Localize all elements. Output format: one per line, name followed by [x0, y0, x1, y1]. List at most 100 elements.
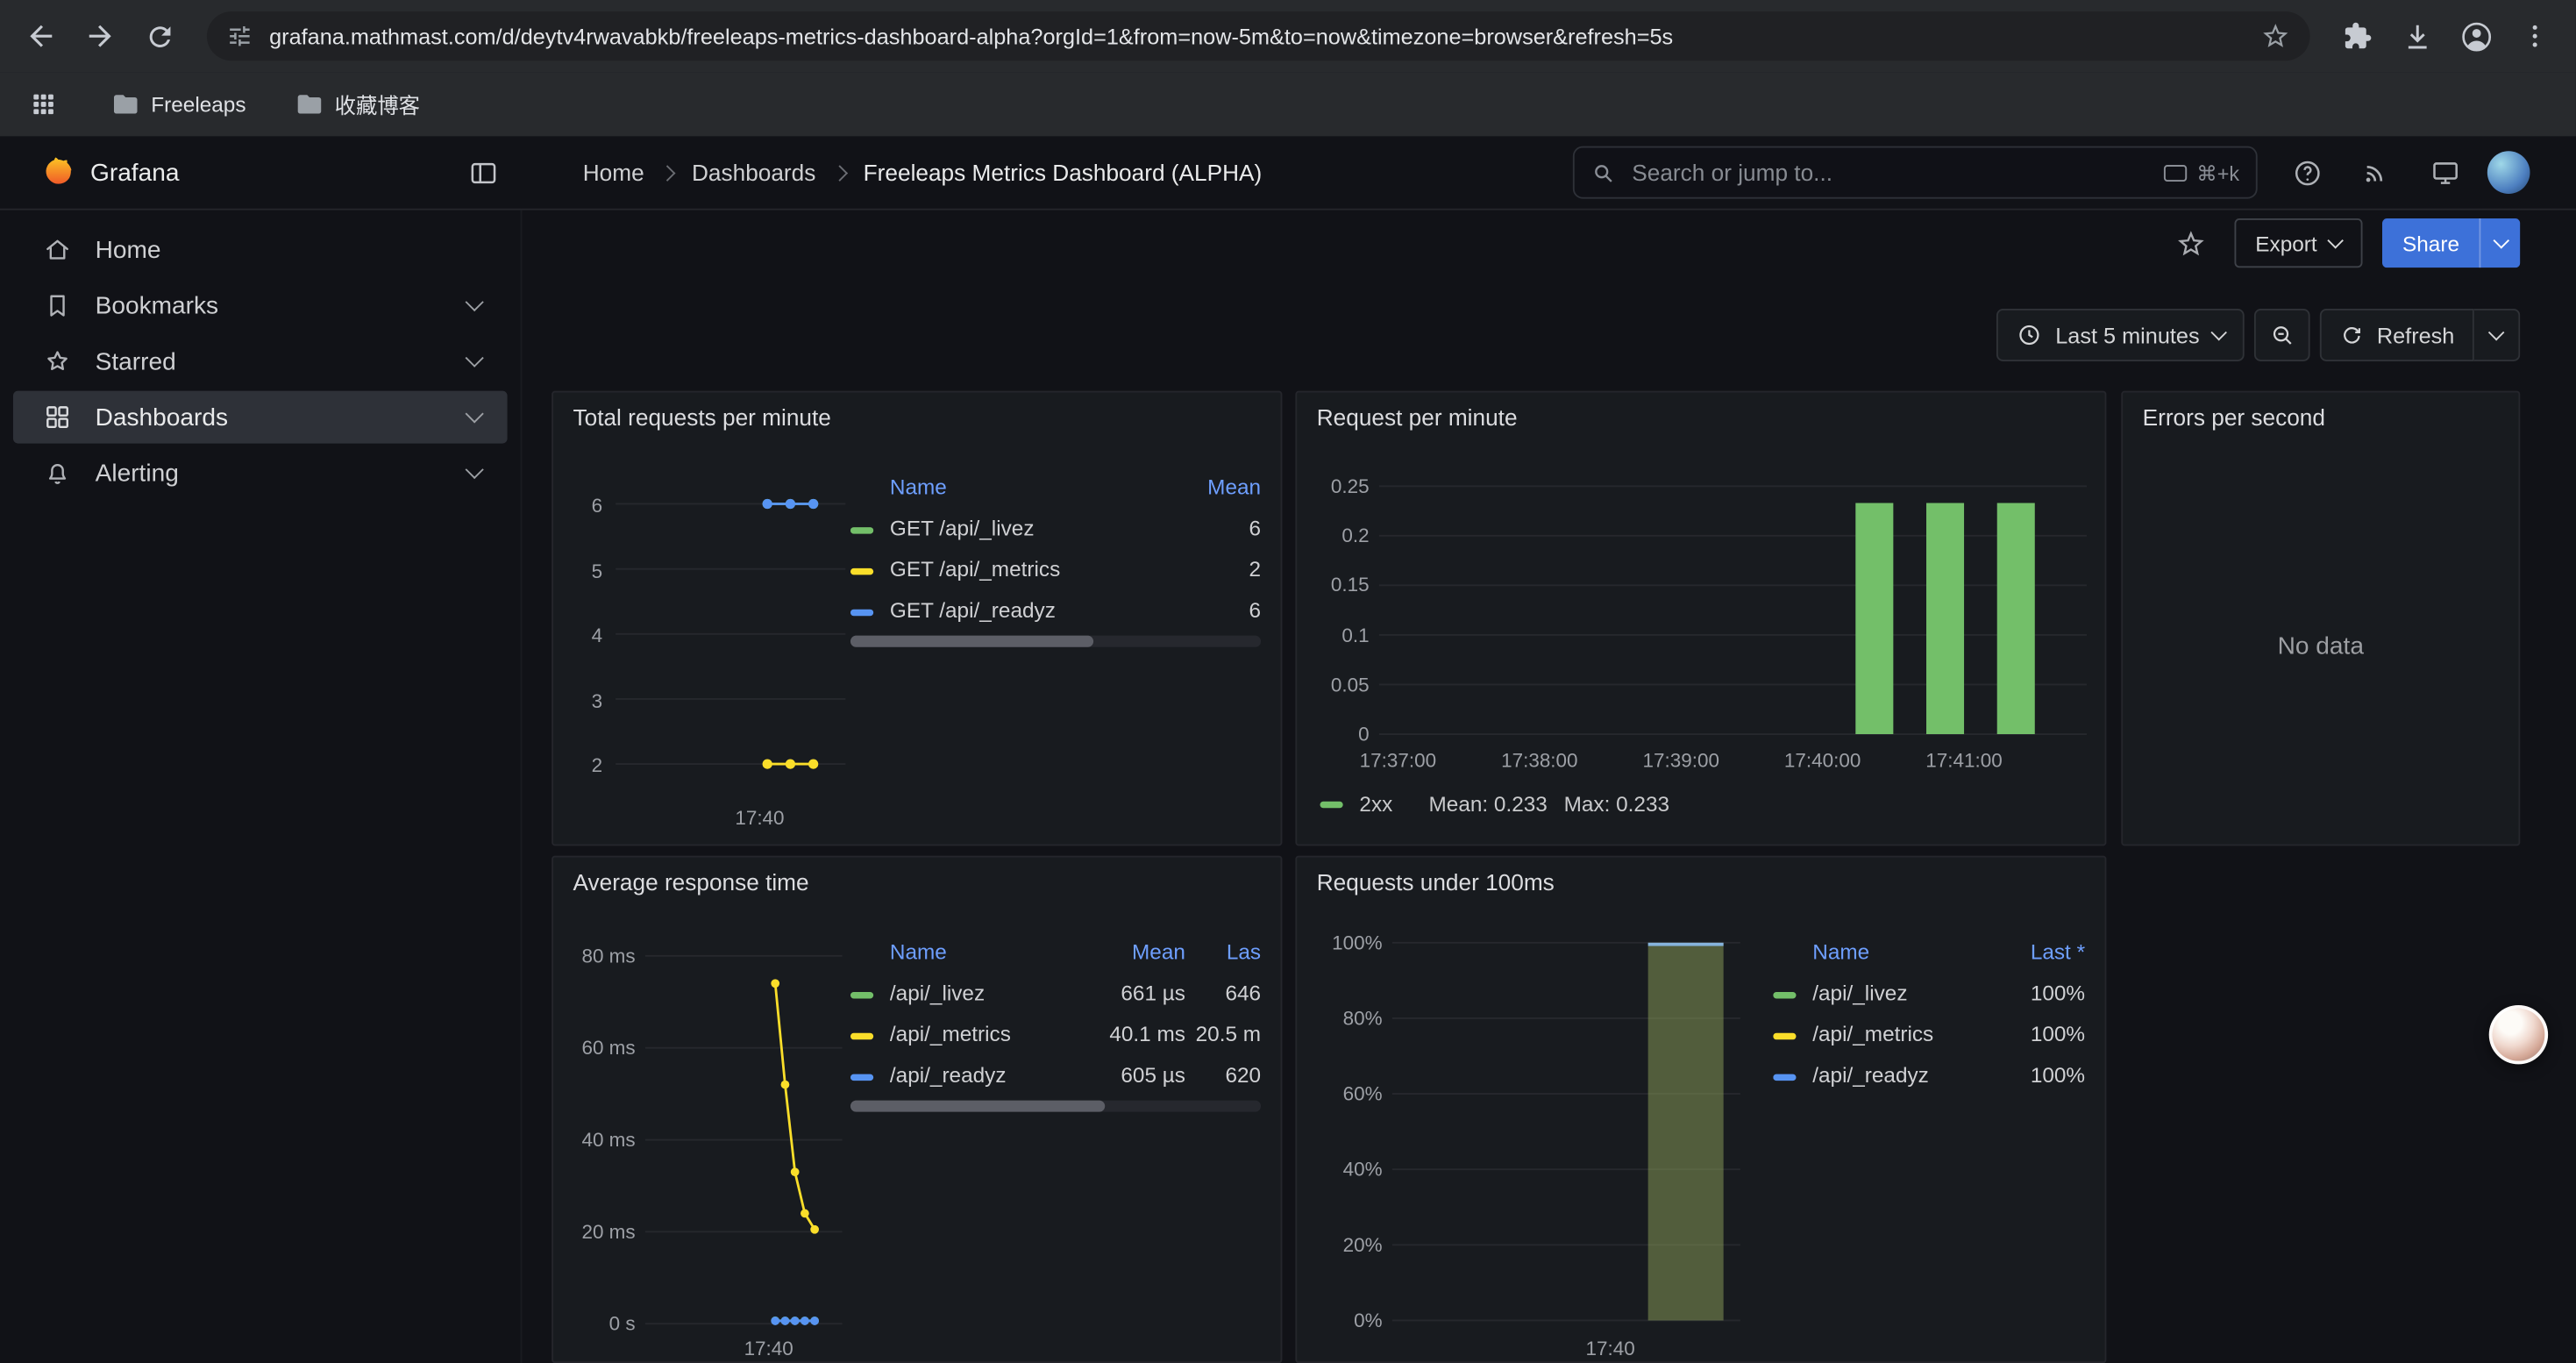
sidebar-item-alerting[interactable]: Alerting	[13, 446, 508, 499]
zoom-out-button[interactable]	[2253, 309, 2309, 361]
chevron-down-icon[interactable]	[466, 460, 484, 479]
search-shortcut: ⌘+k	[2162, 161, 2239, 185]
panel-legend-table: NameMeanLas/api/_livez661 µs646/api/_met…	[850, 930, 1261, 1095]
x-axis: 17:37:0017:38:0017:39:0017:40:0017:41:00	[1379, 749, 2087, 772]
extensions-puzzle-icon	[2343, 21, 2373, 51]
folder-icon	[295, 90, 324, 118]
downloads-button[interactable]	[2388, 8, 2444, 64]
folder-icon	[111, 90, 139, 118]
refresh-interval-button[interactable]	[2474, 309, 2520, 361]
apps-grid-button[interactable]	[23, 84, 62, 124]
extensions-button[interactable]	[2330, 8, 2386, 64]
request-per-minute-chart	[1379, 486, 2087, 734]
legend-header[interactable]: Mean	[1195, 474, 1261, 498]
legend-item[interactable]: /api/_readyz100%	[1773, 1054, 2085, 1095]
news-rss-button[interactable]	[2350, 146, 2402, 199]
y-axis-label: 0.15	[1331, 574, 1370, 596]
breadcrumb: Home Dashboards Freeleaps Metrics Dashbo…	[583, 136, 1263, 208]
share-button[interactable]: Share	[2383, 218, 2480, 268]
scrollbar-thumb[interactable]	[850, 1101, 1105, 1112]
legend-item[interactable]: GET /api/_livez6	[850, 508, 1261, 549]
bookmark-item-freeleaps[interactable]: Freeleaps	[111, 90, 246, 118]
rss-icon	[2361, 158, 2391, 188]
export-button[interactable]: Export	[2234, 218, 2363, 268]
help-button[interactable]	[2281, 146, 2333, 199]
scrollbar-thumb[interactable]	[850, 636, 1092, 647]
panel-title[interactable]: Average response time	[573, 869, 809, 896]
legend-header[interactable]: Name	[890, 938, 1084, 963]
sidebar-item-bookmarks[interactable]: Bookmarks	[13, 279, 508, 332]
reload-button[interactable]	[132, 8, 188, 64]
user-avatar[interactable]	[2487, 151, 2530, 194]
legend-value: 20.5 m	[1185, 1022, 1261, 1046]
legend-item[interactable]: /api/_metrics40.1 ms20.5 m	[850, 1013, 1261, 1054]
y-axis-label: 40 ms	[581, 1128, 635, 1151]
series-color-swatch	[850, 526, 873, 532]
browser-menu-button[interactable]	[2507, 8, 2563, 64]
series-color-swatch	[850, 991, 873, 997]
legend-item[interactable]: /api/_livez661 µs646	[850, 973, 1261, 1014]
profile-button[interactable]	[2448, 8, 2504, 64]
sidebar: Home Bookmarks Starred Dashboards Alerti…	[0, 211, 522, 1363]
legend-header[interactable]: Last *	[1980, 938, 2085, 963]
chevron-down-icon[interactable]	[466, 293, 484, 311]
breadcrumb-dashboards[interactable]: Dashboards	[692, 160, 815, 186]
legend-series-label[interactable]: 2xx	[1359, 792, 1392, 817]
floating-avatar-button[interactable]	[2489, 1005, 2548, 1064]
clock-icon	[2016, 322, 2042, 348]
refresh-button[interactable]: Refresh	[2319, 309, 2474, 361]
legend-series-name: /api/_readyz	[1812, 1063, 1980, 1088]
grafana-logo-icon[interactable]	[39, 154, 75, 190]
sidebar-toggle-button[interactable]	[468, 157, 500, 189]
legend-header[interactable]: Name	[1812, 938, 1980, 963]
x-axis: 17:40	[1392, 1337, 1740, 1359]
panel-average-response-time: Average response time 80 ms60 ms40 ms20 …	[551, 856, 1282, 1363]
legend-header[interactable]: Las	[1185, 938, 1261, 963]
legend-item[interactable]: /api/_readyz605 µs620	[850, 1054, 1261, 1095]
help-icon	[2291, 157, 2323, 189]
legend-item[interactable]: /api/_livez100%	[1773, 973, 2085, 1014]
x-axis: 17:40	[616, 806, 845, 829]
breadcrumb-current: Freeleaps Metrics Dashboard (ALPHA)	[864, 160, 1263, 186]
apps-grid-icon	[29, 90, 57, 118]
x-axis-label: 17:41:00	[1925, 749, 2002, 772]
breadcrumb-home[interactable]: Home	[583, 160, 644, 186]
series-color-swatch	[850, 1032, 873, 1038]
favorite-dashboard-button[interactable]	[2168, 220, 2214, 266]
legend-header[interactable]: Mean	[1084, 938, 1185, 963]
profile-icon	[2459, 19, 2493, 54]
chevron-down-icon[interactable]	[466, 404, 484, 423]
time-controls-row: Last 5 minutes Refresh	[522, 305, 2575, 364]
bookmark-item-favorites[interactable]: 收藏博客	[295, 89, 420, 120]
sidebar-item-label: Home	[96, 236, 161, 264]
share-menu-button[interactable]	[2479, 218, 2520, 268]
share-split-button: Share	[2383, 218, 2521, 268]
sidebar-item-home[interactable]: Home	[13, 224, 508, 276]
panel-title[interactable]: Request per minute	[1317, 404, 1518, 431]
sidebar-item-starred[interactable]: Starred	[13, 335, 508, 388]
bookmark-star-icon[interactable]	[2260, 21, 2290, 51]
y-axis: 80 ms60 ms40 ms20 ms0 s	[553, 945, 636, 1336]
legend-item[interactable]: GET /api/_readyz6	[850, 589, 1261, 631]
screen-share-button[interactable]	[2418, 146, 2471, 199]
legend-item[interactable]: /api/_metrics100%	[1773, 1013, 2085, 1054]
time-range-picker[interactable]: Last 5 minutes	[1996, 309, 2244, 361]
legend-item[interactable]: GET /api/_metrics2	[850, 548, 1261, 589]
y-axis-label: 2	[592, 753, 603, 776]
bookmarks-bar: Freeleaps 收藏博客	[0, 72, 2576, 136]
legend-swatch-cell	[850, 981, 890, 1005]
url-bar[interactable]: grafana.mathmast.com/d/deytv4rwavabkb/fr…	[207, 11, 2310, 61]
sidebar-item-dashboards[interactable]: Dashboards	[13, 391, 508, 444]
legend-header[interactable]: Name	[890, 474, 1195, 498]
panel-title[interactable]: Total requests per minute	[573, 404, 831, 431]
y-axis-label: 0.25	[1331, 475, 1370, 497]
forward-button[interactable]	[72, 8, 128, 64]
back-button[interactable]	[13, 8, 69, 64]
legend-value: 620	[1185, 1063, 1261, 1088]
chevron-down-icon[interactable]	[466, 349, 484, 368]
reload-icon	[144, 20, 175, 52]
panel-title[interactable]: Requests under 100ms	[1317, 869, 1555, 896]
search-box[interactable]: ⌘+k	[1573, 146, 2258, 199]
panel-title[interactable]: Errors per second	[2143, 404, 2325, 431]
search-input[interactable]	[1629, 158, 2149, 188]
